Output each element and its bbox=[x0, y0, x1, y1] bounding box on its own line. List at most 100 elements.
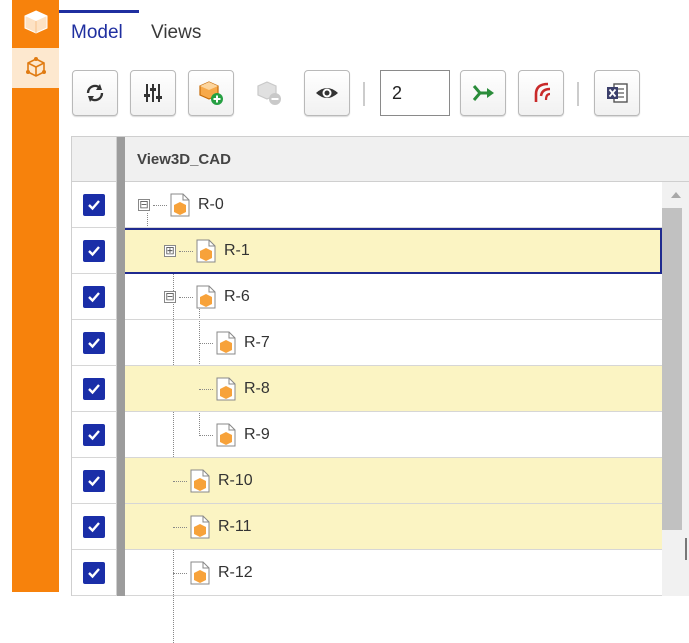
collapse-toggle[interactable]: ⊟ bbox=[138, 199, 150, 211]
excel-export-icon bbox=[607, 83, 628, 103]
tree-connector bbox=[199, 342, 213, 344]
tree-row[interactable]: R-9 bbox=[72, 412, 662, 458]
scroll-thumb[interactable] bbox=[662, 208, 682, 530]
refresh-icon bbox=[86, 84, 104, 102]
row-check-cell bbox=[72, 504, 117, 550]
checkmark-icon bbox=[88, 245, 100, 256]
rail-cube-button[interactable] bbox=[12, 2, 59, 42]
header-check-cell bbox=[72, 137, 117, 183]
toolbar-separator bbox=[363, 82, 365, 106]
row-divider bbox=[117, 504, 125, 550]
node-label: R-0 bbox=[198, 196, 224, 213]
tree-node: ⊟ R-6 bbox=[164, 274, 250, 320]
add-part-button[interactable] bbox=[188, 70, 234, 116]
row-checkbox[interactable] bbox=[83, 193, 105, 216]
tree-node: R-7 bbox=[199, 320, 270, 366]
node-label: R-11 bbox=[218, 518, 252, 535]
vertical-scrollbar[interactable] bbox=[662, 182, 689, 596]
expand-level-icon bbox=[472, 85, 494, 101]
export-excel-button[interactable] bbox=[594, 70, 640, 116]
row-divider bbox=[117, 274, 125, 320]
collapse-toggle[interactable]: ⊟ bbox=[164, 291, 176, 303]
checkmark-icon bbox=[88, 521, 100, 532]
part-file-icon bbox=[216, 377, 236, 401]
tree-node: R-10 bbox=[173, 458, 253, 504]
tree-node: ⊟ R-0 bbox=[138, 182, 224, 228]
tree-connector bbox=[153, 204, 167, 206]
row-divider bbox=[117, 228, 125, 274]
tree-row[interactable]: R-7 bbox=[72, 320, 662, 366]
expand-level-input[interactable] bbox=[380, 70, 450, 116]
checkmark-icon bbox=[88, 337, 100, 348]
settings-button[interactable] bbox=[130, 70, 176, 116]
row-checkbox[interactable] bbox=[83, 239, 105, 262]
tree-row[interactable]: R-12 bbox=[72, 550, 662, 596]
node-label: R-8 bbox=[244, 380, 270, 397]
tree-node: R-8 bbox=[199, 366, 270, 412]
node-label: R-6 bbox=[224, 288, 250, 305]
tree-row[interactable]: R-11 bbox=[72, 504, 662, 550]
tree-row[interactable]: R-8 bbox=[72, 366, 662, 412]
tree-connector bbox=[173, 480, 187, 482]
part-file-icon bbox=[190, 515, 210, 539]
row-checkbox[interactable] bbox=[83, 285, 105, 308]
grid-header: View3D_CAD bbox=[72, 136, 689, 183]
left-rail bbox=[12, 0, 59, 592]
row-check-cell bbox=[72, 412, 117, 458]
add-part-icon bbox=[199, 81, 223, 105]
row-check-cell bbox=[72, 228, 117, 274]
panel-resize-handle[interactable] bbox=[685, 538, 687, 560]
row-divider bbox=[117, 458, 125, 504]
expand-level-button[interactable] bbox=[460, 70, 506, 116]
part-file-icon bbox=[216, 331, 236, 355]
model-tree-icon bbox=[25, 57, 46, 77]
rail-model-tree-button[interactable] bbox=[12, 48, 59, 88]
remove-part-icon bbox=[257, 81, 281, 105]
scroll-up-arrow-icon[interactable] bbox=[671, 192, 681, 198]
checkmark-icon bbox=[88, 475, 100, 486]
column-header-title[interactable]: View3D_CAD bbox=[137, 151, 231, 168]
eye-icon bbox=[316, 88, 338, 98]
expand-toggle[interactable]: ⊞ bbox=[164, 245, 176, 257]
active-tab-indicator bbox=[59, 10, 139, 13]
row-checkbox[interactable] bbox=[83, 469, 105, 492]
tree-row[interactable]: ⊟ R-0 bbox=[72, 182, 662, 228]
checkmark-icon bbox=[88, 567, 100, 578]
tree-row[interactable]: R-10 bbox=[72, 458, 662, 504]
row-checkbox[interactable] bbox=[83, 515, 105, 538]
row-divider bbox=[117, 320, 125, 366]
row-checkbox[interactable] bbox=[83, 423, 105, 446]
collapse-level-button[interactable] bbox=[518, 70, 564, 116]
part-file-icon bbox=[216, 423, 236, 447]
column-divider bbox=[117, 137, 125, 183]
part-file-icon bbox=[196, 239, 216, 263]
row-checkbox[interactable] bbox=[83, 377, 105, 400]
row-check-cell bbox=[72, 366, 117, 412]
tree-connector bbox=[173, 526, 187, 528]
row-check-cell bbox=[72, 274, 117, 320]
part-file-icon bbox=[190, 469, 210, 493]
row-check-cell bbox=[72, 182, 117, 228]
tree-node: R-11 bbox=[173, 504, 252, 550]
refresh-button[interactable] bbox=[72, 70, 118, 116]
row-checkbox[interactable] bbox=[83, 331, 105, 354]
sliders-icon bbox=[144, 84, 162, 102]
node-label: R-1 bbox=[224, 242, 250, 259]
tree-node: R-9 bbox=[199, 412, 270, 458]
node-label: R-10 bbox=[218, 472, 253, 489]
remove-part-button[interactable] bbox=[246, 70, 292, 116]
visibility-button[interactable] bbox=[304, 70, 350, 116]
tab-views[interactable]: Views bbox=[151, 22, 201, 44]
part-file-icon bbox=[196, 285, 216, 309]
tree-connector bbox=[179, 250, 193, 252]
tree-node: ⊞ R-1 bbox=[164, 228, 250, 274]
tree-connector bbox=[199, 388, 213, 390]
row-divider bbox=[117, 412, 125, 458]
tree-row[interactable]: ⊟ R-6 bbox=[72, 274, 662, 320]
row-check-cell bbox=[72, 320, 117, 366]
checkmark-icon bbox=[88, 291, 100, 302]
row-checkbox[interactable] bbox=[83, 561, 105, 584]
tree-row[interactable]: ⊞ R-1 bbox=[72, 228, 662, 274]
row-check-cell bbox=[72, 550, 117, 596]
tab-model[interactable]: Model bbox=[71, 22, 123, 44]
